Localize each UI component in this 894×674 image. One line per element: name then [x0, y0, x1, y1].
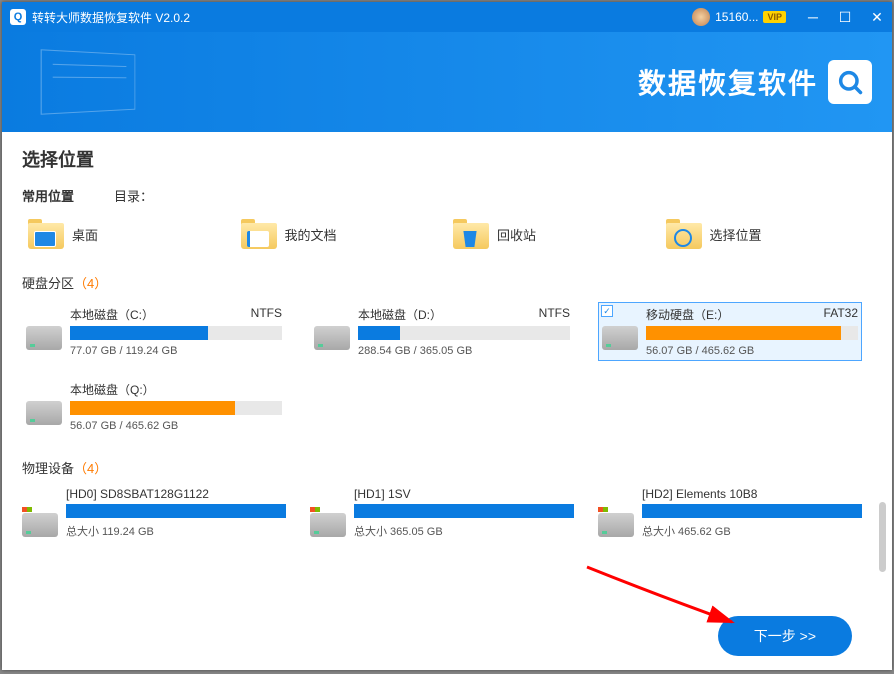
folder-desktop-icon: [28, 219, 64, 249]
avatar-icon: [692, 8, 710, 26]
physical-bar: [354, 504, 574, 518]
drive-fs: FAT32: [824, 306, 858, 323]
usage-bar: [358, 326, 570, 340]
drive-name: 本地磁盘（D:）: [358, 306, 442, 323]
drive-info: 本地磁盘（C:） NTFS 77.07 GB / 119.24 GB: [70, 306, 282, 357]
drive-info: 移动硬盘（E:） FAT32 56.07 GB / 465.62 GB: [646, 306, 858, 357]
drive-info: 本地磁盘（Q:） 56.07 GB / 465.62 GB: [70, 381, 282, 432]
physical-card[interactable]: [HD2] Elements 10B8 总大小 465.62 GB: [598, 487, 862, 539]
common-item-label: 桌面: [72, 225, 98, 244]
partitions-grid: 本地磁盘（C:） NTFS 77.07 GB / 119.24 GB 本地磁盘（D:）…: [22, 302, 872, 436]
partition-card[interactable]: 本地磁盘（Q:） 56.07 GB / 465.62 GB: [22, 377, 286, 436]
physical-info: [HD2] Elements 10B8 总大小 465.62 GB: [642, 487, 862, 539]
titlebar: Q 转转大师数据恢复软件 V2.0.2 15160... VIP ─ ☐ ✕: [2, 2, 892, 32]
banner-decoration-icon: [41, 49, 136, 115]
drive-name: 本地磁盘（C:）: [70, 306, 154, 323]
drive-fs: NTFS: [251, 306, 282, 323]
physical-name: [HD0] SD8SBAT128G1122: [66, 487, 286, 501]
physical-header: 物理设备（4）: [22, 458, 872, 477]
physical-size: 总大小 465.62 GB: [642, 523, 862, 539]
physical-grid: [HD0] SD8SBAT128G1122 总大小 119.24 GB [HD1] …: [22, 487, 872, 539]
drive-info: 本地磁盘（D:） NTFS 288.54 GB / 365.05 GB: [358, 306, 570, 357]
hdd-icon: [26, 395, 62, 427]
usage-bar: [646, 326, 858, 340]
windows-flag-icon: [598, 499, 610, 507]
hdd-icon: [602, 320, 638, 352]
username: 15160...: [715, 10, 758, 24]
hdd-icon: [26, 320, 62, 352]
partitions-label: 硬盘分区: [22, 276, 74, 291]
drive-name: 移动硬盘（E:）: [646, 306, 729, 323]
physical-card[interactable]: [HD0] SD8SBAT128G1122 总大小 119.24 GB: [22, 487, 286, 539]
vip-badge: VIP: [763, 11, 786, 23]
close-button[interactable]: ✕: [870, 9, 884, 26]
partition-card[interactable]: ✓ 移动硬盘（E:） FAT32 56.07 GB / 465.62 GB: [598, 302, 862, 361]
physical-name: [HD2] Elements 10B8: [642, 487, 862, 501]
minimize-button[interactable]: ─: [806, 9, 820, 26]
physical-bar: [642, 504, 862, 518]
usage-bar: [70, 401, 282, 415]
common-item-browse[interactable]: 选择位置: [660, 213, 873, 255]
drive-name: 本地磁盘（Q:）: [70, 381, 155, 398]
partitions-count: （4）: [74, 276, 107, 291]
drive-size: 56.07 GB / 465.62 GB: [646, 345, 858, 357]
directory-label: 目录：: [114, 186, 153, 205]
banner-logo-icon: [828, 60, 872, 104]
windows-flag-icon: [310, 499, 322, 507]
common-item-recycle[interactable]: 回收站: [447, 213, 660, 255]
physical-count: （4）: [74, 461, 107, 476]
drive-fs: NTFS: [539, 306, 570, 323]
maximize-button[interactable]: ☐: [838, 9, 852, 26]
common-locations-header: 常用位置 目录：: [22, 186, 872, 205]
hdd-icon: [22, 501, 58, 533]
physical-bar: [66, 504, 286, 518]
common-item-desktop[interactable]: 桌面: [22, 213, 235, 255]
physical-info: [HD0] SD8SBAT128G1122 总大小 119.24 GB: [66, 487, 286, 539]
physical-name: [HD1] 1SV: [354, 487, 574, 501]
hdd-icon: [598, 501, 634, 533]
header-banner: 数据恢复软件: [2, 32, 892, 132]
common-item-label: 我的文档: [285, 225, 337, 244]
hdd-icon: [310, 501, 346, 533]
physical-size: 总大小 365.05 GB: [354, 523, 574, 539]
page-heading: 选择位置: [22, 146, 872, 172]
drive-size: 56.07 GB / 465.62 GB: [70, 420, 282, 432]
app-title: 转转大师数据恢复软件 V2.0.2: [32, 9, 692, 26]
content-area: 选择位置 常用位置 目录： 桌面 我的文档 回收站 选择位置: [2, 132, 892, 602]
physical-info: [HD1] 1SV 总大小 365.05 GB: [354, 487, 574, 539]
usage-bar: [70, 326, 282, 340]
physical-label: 物理设备: [22, 461, 74, 476]
footer: 下一步 >>: [2, 602, 892, 670]
common-item-label: 回收站: [497, 225, 536, 244]
drive-size: 77.07 GB / 119.24 GB: [70, 345, 282, 357]
partition-card[interactable]: 本地磁盘（D:） NTFS 288.54 GB / 365.05 GB: [310, 302, 574, 361]
physical-size: 总大小 119.24 GB: [66, 523, 286, 539]
common-item-documents[interactable]: 我的文档: [235, 213, 448, 255]
partitions-header: 硬盘分区（4）: [22, 273, 872, 292]
checkmark-icon: ✓: [601, 305, 613, 317]
common-item-label: 选择位置: [710, 225, 762, 244]
window-controls: ─ ☐ ✕: [806, 9, 884, 26]
app-logo-icon: Q: [10, 9, 26, 25]
folder-browse-icon: [666, 219, 702, 249]
folder-documents-icon: [241, 219, 277, 249]
physical-card[interactable]: [HD1] 1SV 总大小 365.05 GB: [310, 487, 574, 539]
common-locations-row: 桌面 我的文档 回收站 选择位置: [22, 213, 872, 255]
partition-card[interactable]: 本地磁盘（C:） NTFS 77.07 GB / 119.24 GB: [22, 302, 286, 361]
common-locations-label: 常用位置: [22, 186, 74, 205]
user-info[interactable]: 15160... VIP: [692, 8, 786, 26]
folder-recycle-icon: [453, 219, 489, 249]
next-button[interactable]: 下一步 >>: [718, 616, 852, 656]
windows-flag-icon: [22, 499, 34, 507]
hdd-icon: [314, 320, 350, 352]
scrollbar-thumb[interactable]: [879, 502, 886, 572]
banner-title: 数据恢复软件: [638, 62, 818, 102]
drive-size: 288.54 GB / 365.05 GB: [358, 345, 570, 357]
